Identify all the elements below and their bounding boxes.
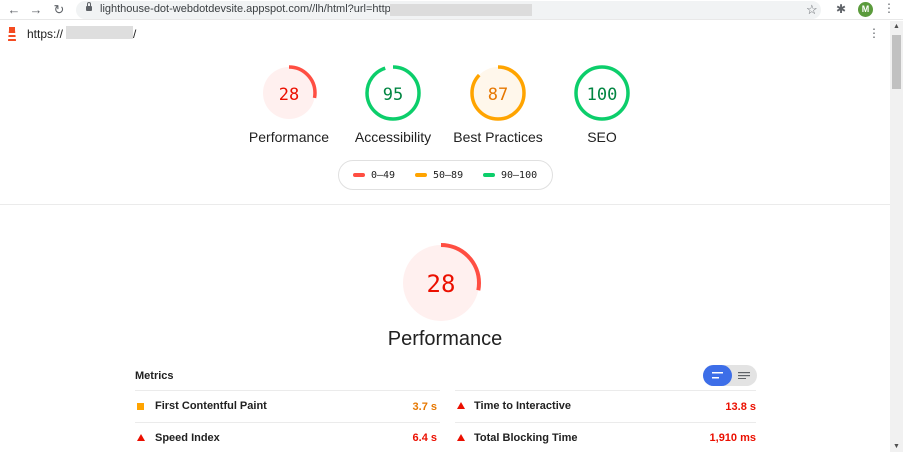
gauge-svg: 87 bbox=[470, 65, 526, 121]
legend-pass-swatch bbox=[483, 173, 495, 177]
main-gauge-score: 28 bbox=[427, 270, 456, 298]
section-divider bbox=[0, 204, 890, 205]
report-tools-menu-icon[interactable]: ⋮ bbox=[868, 26, 880, 40]
report-url-prefix[interactable]: https:// bbox=[27, 27, 63, 41]
legend-item-fail: 0–49 bbox=[353, 170, 395, 182]
legend-item-average: 50–89 bbox=[415, 170, 463, 182]
browser-toolbar: ← → ↻ lighthouse-dot-webdotdevsite.appsp… bbox=[0, 0, 903, 20]
redacted-url-segment bbox=[390, 4, 532, 16]
legend-average-range: 50–89 bbox=[433, 170, 464, 181]
compact-view-icon bbox=[712, 372, 723, 379]
gauge-accessibility[interactable]: 95 Accessibility bbox=[343, 63, 443, 145]
report-topbar: https:// / ⋮ bbox=[0, 21, 890, 46]
extensions-puzzle-icon[interactable]: ✱ bbox=[836, 2, 846, 16]
gauge-score: 95 bbox=[383, 85, 403, 105]
performance-main-gauge: 28 bbox=[396, 238, 496, 333]
metrics-divider-left-mid bbox=[135, 422, 440, 423]
redacted-report-url bbox=[66, 26, 133, 39]
gauge-score: 28 bbox=[279, 85, 299, 105]
forward-arrow-icon[interactable]: → bbox=[28, 2, 44, 18]
report-url-suffix[interactable]: / bbox=[133, 27, 136, 41]
reload-icon[interactable]: ↻ bbox=[51, 2, 67, 18]
expanded-view-icon[interactable] bbox=[738, 372, 750, 379]
gauge-score: 100 bbox=[587, 85, 618, 105]
gauge-label: Performance bbox=[248, 129, 330, 145]
legend-fail-swatch bbox=[353, 173, 365, 177]
section-title: Performance bbox=[387, 328, 503, 350]
gauge-label: Accessibility bbox=[354, 129, 432, 145]
average-square-icon bbox=[137, 403, 144, 410]
gauge-svg: 28 bbox=[261, 65, 317, 121]
legend-item-pass: 90–100 bbox=[483, 170, 537, 182]
metric-value-tbt: 1,910 ms bbox=[709, 432, 756, 444]
page-scrollbar[interactable]: ▲ ▼ bbox=[890, 21, 903, 452]
gauge-svg: 100 bbox=[574, 65, 630, 121]
gauge-seo[interactable]: 100 SEO bbox=[552, 63, 652, 145]
gauge-label: Best Practices bbox=[453, 129, 543, 145]
toggle-compact-option[interactable] bbox=[703, 365, 732, 386]
legend-fail-range: 0–49 bbox=[371, 170, 396, 181]
performance-main-gauge-svg: 28 bbox=[401, 243, 481, 323]
metric-name-speed-index: Speed Index bbox=[155, 432, 220, 444]
score-legend: 0–49 50–89 90–100 bbox=[338, 160, 553, 190]
metric-name-tbt: Total Blocking Time bbox=[474, 432, 578, 444]
scroll-down-arrow-icon[interactable]: ▼ bbox=[893, 443, 900, 450]
address-bar[interactable]: lighthouse-dot-webdotdevsite.appspot.com… bbox=[76, 1, 821, 19]
fail-triangle-icon bbox=[137, 434, 145, 441]
back-arrow-icon[interactable]: ← bbox=[6, 2, 22, 18]
metric-value-fcp: 3.7 s bbox=[412, 401, 437, 413]
metric-value-tti: 13.8 s bbox=[725, 401, 756, 413]
gauge-performance[interactable]: 28 Performance bbox=[239, 63, 339, 145]
address-url: lighthouse-dot-webdotdevsite.appspot.com… bbox=[100, 3, 416, 15]
metrics-divider-left-top bbox=[135, 390, 440, 391]
profile-avatar[interactable]: M bbox=[858, 2, 873, 17]
lighthouse-logo-icon bbox=[8, 27, 16, 41]
gauge-svg: 95 bbox=[365, 65, 421, 121]
fail-triangle-icon bbox=[457, 402, 465, 409]
gauge-best-practices[interactable]: 87 Best Practices bbox=[448, 63, 548, 145]
lock-icon bbox=[86, 2, 92, 11]
metrics-view-toggle[interactable] bbox=[703, 365, 757, 386]
metric-name-fcp: First Contentful Paint bbox=[155, 400, 267, 412]
fail-triangle-icon bbox=[457, 434, 465, 441]
legend-average-swatch bbox=[415, 173, 427, 177]
gauge-label: SEO bbox=[587, 129, 617, 145]
metrics-heading: Metrics bbox=[135, 370, 174, 382]
bookmark-star-icon[interactable]: ☆ bbox=[806, 2, 818, 18]
legend-pass-range: 90–100 bbox=[501, 170, 538, 181]
metric-name-tti: Time to Interactive bbox=[474, 400, 571, 412]
browser-menu-icon[interactable]: ⋮ bbox=[883, 1, 895, 15]
gauge-score: 87 bbox=[488, 85, 508, 105]
scroll-up-arrow-icon[interactable]: ▲ bbox=[893, 23, 900, 30]
metric-value-speed-index: 6.4 s bbox=[412, 432, 437, 444]
scrollbar-thumb[interactable] bbox=[892, 35, 901, 89]
metrics-divider-right-mid bbox=[455, 422, 756, 423]
metrics-divider-right-top bbox=[455, 390, 756, 391]
